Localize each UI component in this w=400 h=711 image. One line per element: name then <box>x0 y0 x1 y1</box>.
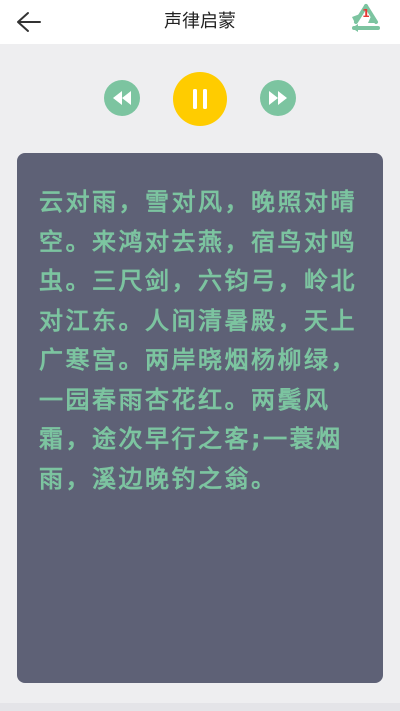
next-button[interactable] <box>260 80 296 116</box>
pause-icon <box>193 89 207 109</box>
recycle-badge: 1 <box>362 7 370 20</box>
top-bar: 声律启蒙 1 <box>0 0 400 44</box>
pause-button[interactable] <box>173 72 227 126</box>
recycle-button[interactable]: 1 <box>346 2 386 38</box>
poem-text: 云对雨，雪对风，晚照对晴空。来鸿对去燕，宿鸟对鸣虫。三尺剑，六钧弓，岭北对江东。… <box>39 188 357 493</box>
bottom-bar <box>0 703 400 711</box>
previous-button[interactable] <box>104 80 140 116</box>
rewind-icon <box>113 91 131 105</box>
fast-forward-icon <box>269 91 287 105</box>
poem-card: 云对雨，雪对风，晚照对晴空。来鸿对去燕，宿鸟对鸣虫。三尺剑，六钧弓，岭北对江东。… <box>17 153 383 683</box>
page-title: 声律启蒙 <box>164 11 236 32</box>
